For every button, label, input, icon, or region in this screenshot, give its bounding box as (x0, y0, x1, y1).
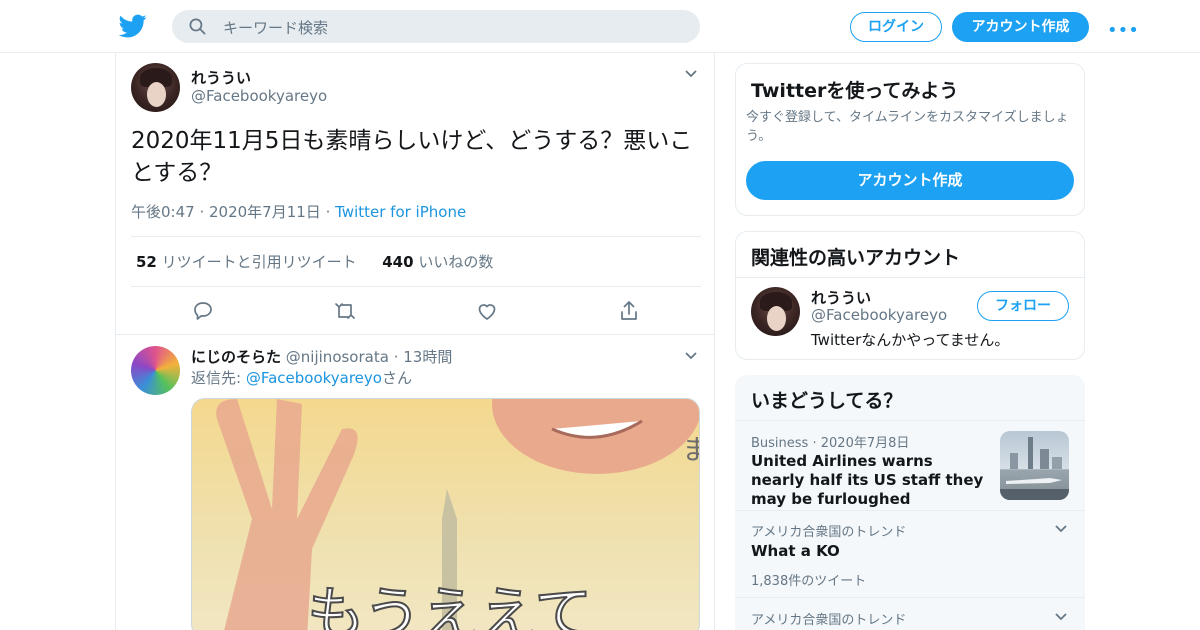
tweet-time[interactable]: 午後0:47 (131, 203, 195, 221)
trend-item-what-a-ko[interactable]: アメリカ合衆国のトレンド What a KO 1,838件のツイート (735, 511, 1085, 597)
like-label[interactable]: いいねの数 (418, 253, 493, 271)
tweet-media-image[interactable]: ま もうええて (191, 398, 700, 630)
retweet-count[interactable]: 52 (136, 253, 157, 271)
signup-card-description: 今すぐ登録して、タイムラインをカスタマイズしましょう。 (746, 110, 1069, 144)
separator-dot: · (320, 203, 336, 221)
related-accounts-card: 関連性の高いアカウント れううい @Facebookyareyo Twitter… (735, 231, 1085, 360)
trend-item[interactable]: アメリカ合衆国のトレンド (735, 598, 1085, 630)
reply-icon[interactable] (191, 299, 215, 323)
trend-category-label: アメリカ合衆国のトレンド (751, 613, 907, 628)
separator-dot: · (194, 203, 209, 221)
thumbnail-airplane (1006, 478, 1062, 484)
reply-time[interactable]: 13時間 (403, 348, 452, 366)
reply-to-link[interactable]: @Facebookyareyo (246, 369, 382, 387)
separator-dot: · (393, 348, 399, 366)
trend-tweet-count: 1,838件のツイート (751, 574, 867, 589)
avatar[interactable] (131, 63, 180, 112)
reply-to-line: 返信先: @Facebookyareyoさん (191, 367, 412, 388)
divider (736, 277, 1084, 278)
reply-header: にじのそらた @nijinosorata · 13時間 (191, 346, 452, 367)
avatar[interactable] (131, 346, 180, 395)
retweet-icon[interactable] (333, 299, 357, 323)
thumbnail-building (1052, 457, 1062, 469)
media-illustration: ま もうええて (216, 399, 700, 630)
trend-date: 2020年7月8日 (820, 436, 910, 451)
media-caption-text: もうええて (307, 580, 592, 630)
chevron-down-icon[interactable] (1054, 524, 1068, 534)
tweet-timeline: れううい @Facebookyareyo 2020年11月5日も素晴らしいけど、… (115, 53, 715, 630)
trend-category-label: Business (751, 436, 809, 451)
thumbnail-runway (1000, 489, 1069, 500)
trend-category-label: アメリカ合衆国のトレンド (751, 525, 907, 540)
reply-author-name[interactable]: にじのそらた (191, 348, 281, 366)
related-card-title: 関連性の高いアカウント (751, 247, 961, 269)
signup-button[interactable]: アカウント作成 (952, 12, 1089, 42)
separator-dot: · (812, 436, 817, 451)
tweet-date[interactable]: 2020年7月11日 (209, 203, 321, 221)
divider (116, 334, 714, 335)
retweet-label[interactable]: リツイートと引用リツイート (162, 253, 357, 271)
signup-card: Twitterを使ってみよう 今すぐ登録して、タイムラインをカスタマイズしましょ… (735, 63, 1085, 216)
chevron-down-icon[interactable] (1054, 612, 1068, 622)
trends-panel: いまどうしてる？ Business · 2020年7月8日 United Air… (735, 375, 1085, 630)
thumbnail-illustration (1000, 437, 1069, 500)
chevron-down-icon[interactable] (684, 351, 698, 361)
avatar-face-shape (766, 305, 787, 332)
like-count[interactable]: 440 (382, 253, 413, 271)
login-button[interactable]: ログイン (850, 12, 942, 42)
search-input-placeholder[interactable]: キーワード検索 (223, 17, 328, 38)
follow-button[interactable]: フォロー (977, 291, 1069, 321)
tweet-actions (116, 299, 714, 323)
reply-author-handle[interactable]: @nijinosorata (286, 348, 389, 366)
tweet-source-link[interactable]: Twitter for iPhone (335, 203, 466, 221)
trend-title[interactable]: What a KO (751, 542, 840, 561)
tweet-timestamp: 午後0:47 · 2020年7月11日 · Twitter for iPhone (131, 201, 466, 222)
thumbnail-building (1040, 449, 1049, 469)
search-icon (189, 18, 206, 35)
thumbnail-tower (1028, 437, 1033, 469)
signup-card-title: Twitterを使ってみよう (751, 80, 959, 102)
related-account-handle[interactable]: @Facebookyareyo (811, 306, 947, 324)
divider (131, 236, 701, 237)
avatar-face-shape (146, 81, 167, 108)
related-account-bio: Twitterなんかやってません。 (811, 331, 1010, 349)
tweet-text: 2020年11月5日も素晴らしいけど、どうする？悪いことする？ (131, 128, 693, 186)
avatar[interactable] (751, 287, 800, 336)
reply-suffix: さん (381, 369, 412, 387)
tweet-author-name[interactable]: れううい (191, 67, 251, 88)
reply-prefix: 返信先: (191, 369, 246, 387)
like-icon[interactable] (475, 299, 499, 323)
trend-item-business[interactable]: Business · 2020年7月8日 United Airlines war… (735, 421, 1085, 510)
trend-category: Business · 2020年7月8日 (751, 432, 909, 451)
more-options-icon[interactable]: ••• (1107, 20, 1139, 41)
share-icon[interactable] (617, 299, 641, 323)
related-account-name[interactable]: れううい (811, 287, 871, 308)
trends-title: いまどうしてる？ (751, 390, 903, 412)
tweet-stats: 52 リツイートと引用リツイート 440 いいねの数 (136, 251, 493, 272)
thumbnail-building (1010, 453, 1018, 469)
chevron-down-icon[interactable] (684, 69, 698, 79)
top-navigation-bar: キーワード検索 ログイン アカウント作成 ••• (0, 0, 1200, 53)
trend-headline[interactable]: United Airlines warns nearly half its US… (751, 452, 991, 509)
media-side-text: ま (682, 433, 700, 466)
trend-thumbnail-image[interactable] (1000, 431, 1069, 500)
divider (131, 286, 701, 287)
tweet-author-handle[interactable]: @Facebookyareyo (191, 87, 327, 105)
twitter-bird-icon[interactable] (119, 12, 147, 40)
search-box[interactable]: キーワード検索 (172, 10, 700, 43)
signup-card-button[interactable]: アカウント作成 (746, 161, 1074, 200)
